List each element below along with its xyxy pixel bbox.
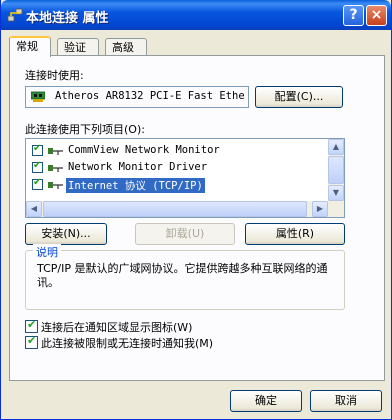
scroll-down-icon[interactable]: ▼ (328, 185, 344, 201)
item-checkbox[interactable] (32, 160, 43, 173)
scroll-up-icon[interactable]: ▲ (328, 139, 344, 155)
tab-general[interactable]: 常规 (9, 36, 51, 57)
horizontal-scroll-thumb[interactable] (43, 201, 307, 217)
configure-button[interactable]: 配置(C)... (255, 86, 343, 108)
adapter-field: Atheros AR8132 PCI-E Fast Ethe (25, 86, 249, 108)
connect-using-label: 连接时使用: (25, 69, 84, 82)
tab-advanced[interactable]: 高级 (105, 38, 147, 56)
properties-dialog: 本地连接 属性 ? × 常规 验证 高级 连接时使用: Atheros AR81… (0, 0, 392, 420)
scroll-left-icon[interactable]: ◀ (26, 201, 42, 217)
item-checkbox[interactable] (32, 143, 43, 156)
components-list[interactable]: CommView Network Monitor Network Monitor… (25, 138, 345, 218)
item-label: Network Monitor Driver (68, 161, 208, 173)
help-button[interactable]: ? (343, 5, 364, 26)
network-protocol-icon (48, 182, 63, 189)
tab-authentication[interactable]: 验证 (57, 38, 99, 56)
scroll-right-icon[interactable]: ▶ (312, 201, 328, 217)
notify-limited-label[interactable]: 此连接被限制或无连接时通知我(M) (41, 335, 213, 351)
ok-button[interactable]: 确定 (230, 390, 302, 412)
horizontal-scrollbar[interactable]: ◀ ▶ (26, 201, 344, 217)
components-label: 此连接使用下列项目(O): (25, 123, 145, 136)
show-icon-checkbox[interactable] (25, 318, 38, 333)
item-checkbox[interactable] (32, 177, 43, 190)
cancel-button[interactable]: 取消 (310, 390, 382, 412)
install-button[interactable]: 安装(N)... (25, 223, 107, 245)
adapter-name: Atheros AR8132 PCI-E Fast Ethe (55, 90, 245, 102)
network-service-icon (48, 165, 63, 172)
show-icon-label[interactable]: 连接后在通知区域显示图标(W) (41, 319, 192, 335)
notify-limited-checkbox[interactable] (25, 334, 38, 349)
close-button[interactable]: × (366, 5, 387, 26)
network-service-icon (48, 148, 63, 155)
description-title: 说明 (33, 244, 61, 260)
network-adapter-icon (31, 91, 45, 102)
window-title: 本地连接 属性 (26, 11, 109, 26)
item-label: CommView Network Monitor (68, 144, 220, 156)
title-bar[interactable]: 本地连接 属性 ? × (1, 0, 391, 30)
network-connection-icon (7, 8, 23, 22)
description-text: TCP/IP 是默认的广域网协议。它提供跨越多种互联网络的通讯。 (37, 262, 328, 289)
vertical-scrollbar[interactable]: ▲ ▼ (328, 139, 344, 201)
vertical-scroll-thumb[interactable] (328, 156, 344, 184)
item-label-selected: Internet 协议 (TCP/IP) (66, 178, 205, 193)
properties-button[interactable]: 属性(R) (245, 223, 345, 245)
uninstall-button[interactable]: 卸载(U) (135, 223, 235, 245)
